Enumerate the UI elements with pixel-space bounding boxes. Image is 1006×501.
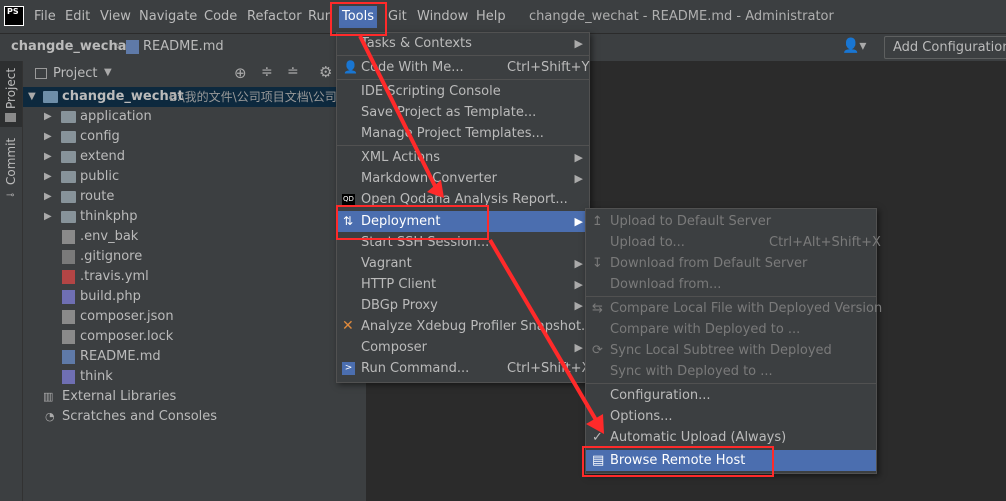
annotation-arrow-2 [488,238,598,422]
annotation-arrow-1 [358,35,438,189]
annotation-arrows [358,35,604,434]
